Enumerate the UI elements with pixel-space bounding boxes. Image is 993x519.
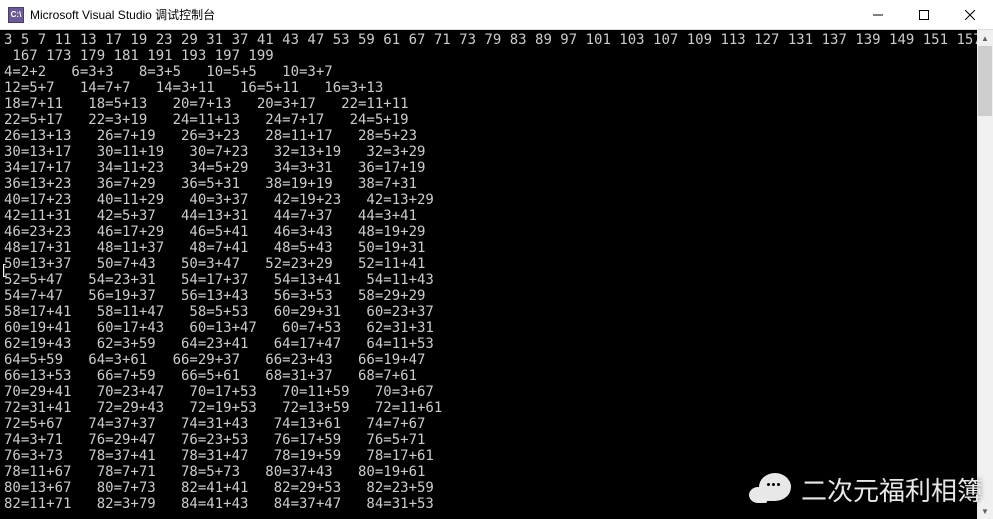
console-line: 54=7+47 56=19+37 56=13+43 56=3+53 58=29+… [4, 288, 989, 304]
console-line: 34=17+17 34=11+23 34=5+29 34=3+31 36=17+… [4, 160, 989, 176]
console-line: 167 173 179 181 191 193 197 199 [4, 48, 989, 64]
close-button[interactable] [947, 0, 993, 30]
console-line: 60=19+41 60=17+43 60=13+47 60=7+53 62=31… [4, 320, 989, 336]
scrollbar-thumb[interactable] [978, 46, 992, 116]
window-controls [855, 0, 993, 29]
scrollbar-track[interactable] [977, 46, 993, 503]
console-line: 72=5+67 74=37+37 74=31+43 74=13+61 74=7+… [4, 416, 989, 432]
console-line: 76=3+73 78=37+41 78=31+47 78=19+59 78=17… [4, 448, 989, 464]
console-line: 64=5+59 64=3+61 66=29+37 66=23+43 66=19+… [4, 352, 989, 368]
titlebar[interactable]: C:\ Microsoft Visual Studio 调试控制台 [0, 0, 993, 30]
console-line: 46=23+23 46=17+29 46=5+41 46=3+43 48=19+… [4, 224, 989, 240]
scroll-down-arrow[interactable]: ▼ [977, 503, 993, 519]
console-output[interactable]: 3 5 7 11 13 17 19 23 29 31 37 41 43 47 5… [0, 30, 993, 519]
console-line: 80=13+67 80=7+73 82=41+41 82=29+53 82=23… [4, 480, 989, 496]
console-line: 18=7+11 18=5+13 20=7+13 20=3+17 22=11+11 [4, 96, 989, 112]
console-line: 70=29+41 70=23+47 70=17+53 70=11+59 70=3… [4, 384, 989, 400]
scroll-up-arrow[interactable]: ▲ [977, 30, 993, 46]
console-line: 62=19+43 62=3+59 64=23+41 64=17+47 64=11… [4, 336, 989, 352]
console-line: 22=5+17 22=3+19 24=11+13 24=7+17 24=5+19 [4, 112, 989, 128]
console-line: 40=17+23 40=11+29 40=3+37 42=19+23 42=13… [4, 192, 989, 208]
console-line: 4=2+2 6=3+3 8=3+5 10=5+5 10=3+7 [4, 64, 989, 80]
console-line: 30=13+17 30=11+19 30=7+23 32=13+19 32=3+… [4, 144, 989, 160]
console-line: 74=3+71 76=29+47 76=23+53 76=17+59 76=5+… [4, 432, 989, 448]
console-line: 36=13+23 36=7+29 36=5+31 38=19+19 38=7+3… [4, 176, 989, 192]
console-line: 12=5+7 14=7+7 14=3+11 16=5+11 16=3+13 [4, 80, 989, 96]
console-line: 82=11+71 82=3+79 84=41+43 84=37+47 84=31… [4, 496, 989, 512]
console-line: 78=11+67 78=7+71 78=5+73 80=37+43 80=19+… [4, 464, 989, 480]
console-line: 26=13+13 26=7+19 26=3+23 28=11+17 28=5+2… [4, 128, 989, 144]
console-line: 58=17+41 58=11+47 58=5+53 60=29+31 60=23… [4, 304, 989, 320]
console-line: 48=17+31 48=11+37 48=7+41 48=5+43 50=19+… [4, 240, 989, 256]
vertical-scrollbar[interactable]: ▲ ▼ [977, 30, 993, 519]
console-line: 42=11+31 42=5+37 44=13+31 44=7+37 44=3+4… [4, 208, 989, 224]
console-line: 52=5+47 54=23+31 54=17+37 54=13+41 54=11… [4, 272, 989, 288]
maximize-button[interactable] [901, 0, 947, 30]
console-window: C:\ Microsoft Visual Studio 调试控制台 3 5 7 … [0, 0, 993, 519]
minimize-button[interactable] [855, 0, 901, 30]
app-icon: C:\ [8, 7, 24, 23]
console-line: 72=31+41 72=29+43 72=19+53 72=13+59 72=1… [4, 400, 989, 416]
console-line: 66=13+53 66=7+59 66=5+61 68=31+37 68=7+6… [4, 368, 989, 384]
console-line: 3 5 7 11 13 17 19 23 29 31 37 41 43 47 5… [4, 32, 989, 48]
window-title: Microsoft Visual Studio 调试控制台 [30, 6, 855, 23]
console-line: 50=13+37 50=7+43 50=3+47 52=23+29 52=11+… [4, 256, 989, 272]
